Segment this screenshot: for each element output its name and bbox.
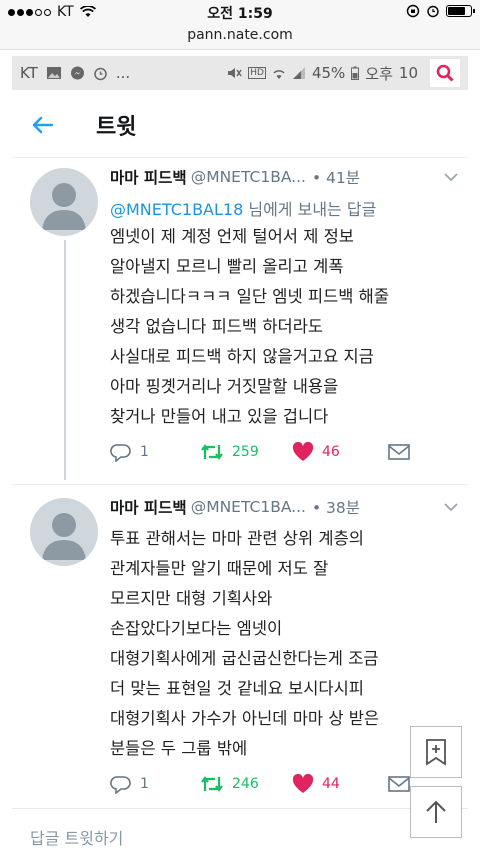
retweet-icon — [201, 776, 223, 792]
tweet-author-handle[interactable]: @MNETC1BA... — [191, 168, 306, 186]
gallery-icon — [46, 67, 61, 79]
android-status-bar: KT ... HD 45% 오후 10 — [12, 56, 468, 90]
rotation-lock-icon — [406, 4, 420, 18]
alarm-icon — [427, 5, 439, 18]
tweet-author-name[interactable]: 마마 피드백 — [110, 496, 187, 518]
search-icon — [436, 64, 454, 82]
envelope-icon — [388, 776, 410, 792]
direct-message-button[interactable] — [388, 443, 418, 461]
retweet-icon — [201, 444, 223, 460]
reply-button[interactable]: 1 — [110, 442, 200, 462]
reply-to-label: 님에게 보내는 답글 — [243, 200, 377, 219]
reply-tweet-input[interactable]: 답글 트윗하기 — [12, 808, 468, 854]
replying-to: @MNETC1BAL18 님에게 보내는 답글 — [110, 196, 458, 220]
default-avatar-icon — [42, 183, 86, 230]
url-text: pann.nate.com — [187, 27, 293, 43]
envelope-icon — [388, 444, 410, 460]
bookmark-plus-icon — [426, 739, 446, 766]
mute-icon — [228, 68, 242, 78]
tweet-author-handle[interactable]: @MNETC1BA... — [191, 498, 306, 516]
tweet-actions: 1 259 46 — [110, 442, 458, 462]
reply-icon — [110, 444, 131, 462]
reply-count: 1 — [140, 444, 149, 460]
chevron-down-icon[interactable] — [436, 168, 458, 186]
like-count: 46 — [322, 444, 340, 460]
more-notifications-icon: ... — [115, 64, 131, 82]
like-count: 44 — [322, 776, 340, 792]
thread-line — [64, 240, 66, 480]
tweet-author-name[interactable]: 마마 피드백 — [110, 166, 187, 188]
back-button[interactable] — [30, 115, 80, 135]
arrow-up-icon — [426, 800, 446, 823]
reply-mention-link[interactable]: @MNETC1BAL18 — [110, 200, 243, 219]
tweet-header: 트윗 — [12, 92, 468, 158]
reply-icon — [110, 776, 131, 794]
like-button[interactable]: 44 — [292, 774, 388, 794]
avatar[interactable] — [30, 498, 98, 566]
android-clock: 10 — [398, 64, 418, 82]
heart-icon — [292, 774, 314, 793]
android-ampm: 오후 — [365, 64, 393, 83]
android-carrier-label: KT — [20, 64, 38, 82]
like-button[interactable]: 46 — [292, 442, 388, 462]
ios-status-bar: KT 오전 1:59 — [0, 0, 480, 24]
retweet-button[interactable]: 259 — [200, 443, 292, 461]
reply-button[interactable]: 1 — [110, 774, 200, 794]
tweet-text: 엠넷이 제 계정 언제 털어서 제 정보 알아낼지 모르니 빨리 올리고 계폭 … — [110, 227, 390, 426]
cell-signal-icon — [292, 67, 305, 79]
retweet-count: 259 — [232, 444, 259, 460]
retweet-count: 246 — [232, 776, 259, 792]
back-arrow-icon — [32, 116, 54, 133]
reply-count: 1 — [140, 776, 149, 792]
browser-url-bar[interactable]: pann.nate.com — [0, 24, 480, 50]
tweet-timestamp: • 38분 — [311, 499, 361, 517]
default-avatar-icon — [42, 513, 86, 560]
alarm-clock-icon — [94, 67, 107, 80]
tweet[interactable]: 마마 피드백 @MNETC1BA... • 41분 @MNETC1BAL18 님… — [12, 160, 468, 480]
page-title: 트윗 — [96, 114, 137, 140]
messenger-icon — [70, 66, 84, 79]
battery-icon — [446, 5, 475, 17]
wifi-signal-icon — [273, 70, 285, 79]
tweet-divider — [12, 484, 468, 485]
tweet-timestamp: • 41분 — [311, 169, 361, 187]
tweet[interactable]: 마마 피드백 @MNETC1BA... • 38분 투표 관해서는 마마 관련 … — [12, 490, 468, 805]
android-battery-icon — [351, 66, 360, 80]
retweet-button[interactable]: 246 — [200, 775, 292, 793]
ios-status-icons — [406, 4, 475, 18]
scroll-to-top-button[interactable] — [410, 786, 462, 838]
search-button[interactable] — [430, 59, 460, 87]
avatar[interactable] — [30, 168, 98, 236]
hd-voice-icon: HD — [248, 67, 266, 79]
battery-percent: 45% — [311, 64, 346, 82]
reply-placeholder: 답글 트윗하기 — [30, 829, 124, 848]
tweet-actions: 1 246 44 — [110, 774, 458, 794]
heart-icon — [292, 442, 314, 461]
tweet-text: 투표 관해서는 마마 관련 상위 계층의 관계자들만 알기 때문에 저도 잘 모… — [110, 529, 380, 758]
bookmark-add-button[interactable] — [410, 726, 462, 778]
chevron-down-icon[interactable] — [436, 498, 458, 516]
